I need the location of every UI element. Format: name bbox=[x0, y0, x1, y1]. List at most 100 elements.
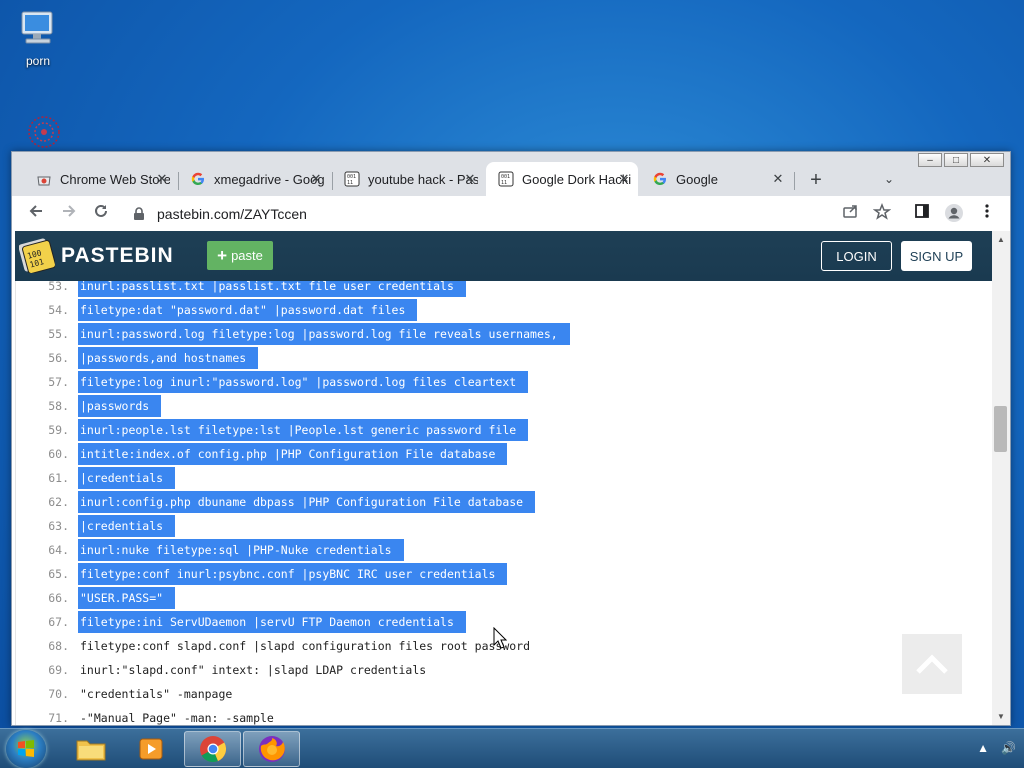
forward-arrow-icon[interactable] bbox=[57, 202, 81, 224]
network-graph-icon bbox=[22, 112, 66, 154]
line-text: |credentials bbox=[78, 515, 176, 537]
close-tab-icon[interactable]: ✕ bbox=[770, 171, 786, 187]
pastebin-icon: 001 11 bbox=[344, 171, 360, 187]
line-number: 57. bbox=[48, 375, 69, 389]
new-paste-button[interactable]: + paste bbox=[207, 241, 273, 270]
close-tab-icon[interactable]: ✕ bbox=[154, 171, 170, 187]
pastebin-brand[interactable]: PASTEBIN bbox=[61, 244, 174, 268]
code-line: 65. filetype:conf inurl:psybnc.conf |psyB… bbox=[16, 562, 992, 586]
media-player-icon[interactable] bbox=[122, 731, 179, 767]
line-text: filetype:conf inurl:psybnc.conf |psyBNC … bbox=[78, 563, 508, 585]
signup-button[interactable]: SIGN UP bbox=[901, 241, 972, 271]
close-tab-icon[interactable]: ✕ bbox=[308, 171, 324, 187]
close-tab-icon[interactable]: ✕ bbox=[462, 171, 478, 187]
code-line: 61. |credentials bbox=[16, 466, 992, 490]
tab-chrome-web-store[interactable]: Chrome Web Store ✕ bbox=[24, 162, 176, 196]
line-number: 70. bbox=[48, 687, 69, 701]
line-number: 66. bbox=[48, 591, 69, 605]
paste-button-label: paste bbox=[231, 248, 263, 263]
svg-text:11: 11 bbox=[501, 180, 507, 186]
back-arrow-icon[interactable] bbox=[24, 202, 48, 224]
code-line: 63. |credentials bbox=[16, 514, 992, 538]
line-number: 64. bbox=[48, 543, 69, 557]
line-text: "credentials" -manpage bbox=[80, 687, 233, 701]
start-button-icon[interactable] bbox=[6, 730, 46, 768]
line-text: |passwords bbox=[78, 395, 162, 417]
line-number: 60. bbox=[48, 447, 69, 461]
line-text: filetype:log inurl:"password.log" |passw… bbox=[78, 371, 529, 393]
line-number: 67. bbox=[48, 615, 69, 629]
scroll-up-arrow-icon[interactable]: ▲ bbox=[992, 235, 1010, 244]
kebab-menu-icon[interactable] bbox=[977, 203, 997, 223]
tray-expand-arrow-icon[interactable]: ▲ bbox=[977, 741, 989, 755]
scroll-to-top-button[interactable] bbox=[902, 634, 962, 694]
tab-xmegadrive[interactable]: xmegadrive - Google Search ✕ bbox=[178, 162, 330, 196]
mouse-cursor-icon bbox=[493, 626, 508, 654]
pastebin-logo-icon[interactable]: 100 101 bbox=[18, 237, 56, 274]
desktop-icon-label: porn bbox=[25, 54, 51, 68]
line-text: "USER.PASS=" bbox=[78, 587, 176, 609]
desktop-icon-porn[interactable]: porn bbox=[8, 8, 68, 68]
line-text: inurl:config.php dbuname dbpass |PHP Con… bbox=[78, 491, 536, 513]
line-number: 56. bbox=[48, 351, 69, 365]
google-g-icon bbox=[652, 171, 668, 187]
line-text: inurl:people.lst filetype:lst |People.ls… bbox=[78, 419, 529, 441]
line-number: 68. bbox=[48, 639, 69, 653]
share-icon[interactable] bbox=[841, 203, 861, 223]
line-text: inurl:password.log filetype:log |passwor… bbox=[78, 323, 570, 345]
code-line: 56. |passwords,and hostnames bbox=[16, 346, 992, 370]
firefox-icon[interactable] bbox=[243, 731, 300, 767]
tab-google[interactable]: Google ✕ bbox=[640, 162, 792, 196]
side-panel-icon[interactable] bbox=[912, 203, 932, 223]
login-button[interactable]: LOGIN bbox=[821, 241, 892, 271]
scrollbar-thumb[interactable] bbox=[994, 406, 1007, 452]
page-scrollbar[interactable]: ▲ ▼ bbox=[992, 231, 1010, 725]
tab-search-button[interactable]: ⌄ bbox=[884, 172, 894, 186]
profile-avatar-icon[interactable] bbox=[944, 203, 964, 223]
computer-icon bbox=[16, 8, 60, 50]
line-text: filetype:conf slapd.conf |slapd configur… bbox=[80, 639, 531, 653]
code-line: 70. "credentials" -manpage bbox=[16, 682, 992, 706]
code-line: 53. inurl:passlist.txt |passlist.txt file… bbox=[16, 281, 992, 298]
browser-toolbar: pastebin.com/ZAYTccen bbox=[12, 196, 1010, 231]
tab-strip: Chrome Web Store ✕ xmegadrive - Google S… bbox=[12, 160, 1010, 196]
line-text: inurl:passlist.txt |passlist.txt file us… bbox=[78, 281, 466, 297]
line-number: 69. bbox=[48, 663, 69, 677]
file-explorer-icon[interactable] bbox=[62, 731, 119, 767]
new-tab-button[interactable]: + bbox=[804, 170, 828, 190]
chrome-icon[interactable] bbox=[184, 731, 241, 767]
volume-icon[interactable]: 🔊 bbox=[1001, 741, 1016, 755]
paste-code-area: 53. inurl:passlist.txt |passlist.txt file… bbox=[15, 281, 992, 725]
tab-google-dork-hacking[interactable]: 00111 Google Dork Hacking - Pastebin.com… bbox=[486, 162, 638, 196]
bookmark-star-icon[interactable] bbox=[872, 202, 892, 223]
tab-youtube-hack[interactable]: 00111 youtube hack - Pastebin.com ✕ bbox=[332, 162, 484, 196]
code-line: 66. "USER.PASS=" bbox=[16, 586, 992, 610]
code-line: 69. inurl:"slapd.conf" intext: |slapd LDA… bbox=[16, 658, 992, 682]
line-text: inurl:"slapd.conf" intext: |slapd LDAP c… bbox=[80, 663, 427, 677]
line-number: 65. bbox=[48, 567, 69, 581]
tab-separator bbox=[794, 172, 795, 190]
line-text: |passwords,and hostnames bbox=[78, 347, 259, 369]
pastebin-header: 100 101 PASTEBIN + paste LOGIN SIGN UP bbox=[15, 231, 992, 281]
line-number: 61. bbox=[48, 471, 69, 485]
line-text: filetype:ini ServUDaemon |servU FTP Daem… bbox=[78, 611, 466, 633]
page-viewport: 100 101 PASTEBIN + paste LOGIN SIGN UP 5… bbox=[12, 231, 1010, 725]
line-number: 53. bbox=[48, 281, 69, 293]
line-text: -"Manual Page" -man: -sample bbox=[80, 711, 274, 725]
scroll-down-arrow-icon[interactable]: ▼ bbox=[992, 712, 1010, 721]
line-number: 63. bbox=[48, 519, 69, 533]
line-number: 59. bbox=[48, 423, 69, 437]
line-text: intitle:index.of config.php |PHP Configu… bbox=[78, 443, 508, 465]
chrome-window: – □ ✕ Chrome Web Store ✕ xmegadrive - Go… bbox=[11, 151, 1011, 726]
system-tray: ▲ 🔊 bbox=[977, 741, 1016, 755]
code-line: 58. |passwords bbox=[16, 394, 992, 418]
close-tab-icon[interactable]: ✕ bbox=[616, 171, 632, 187]
line-text: inurl:nuke filetype:sql |PHP-Nuke creden… bbox=[78, 539, 404, 561]
address-bar[interactable]: pastebin.com/ZAYTccen bbox=[125, 200, 905, 228]
code-lines: 53. inurl:passlist.txt |passlist.txt file… bbox=[16, 281, 992, 725]
taskbar: ▲ 🔊 bbox=[0, 728, 1024, 768]
reload-icon[interactable] bbox=[89, 202, 113, 224]
chrome-webstore-icon bbox=[36, 171, 52, 187]
line-number: 71. bbox=[48, 711, 69, 725]
line-text: |credentials bbox=[78, 467, 176, 489]
